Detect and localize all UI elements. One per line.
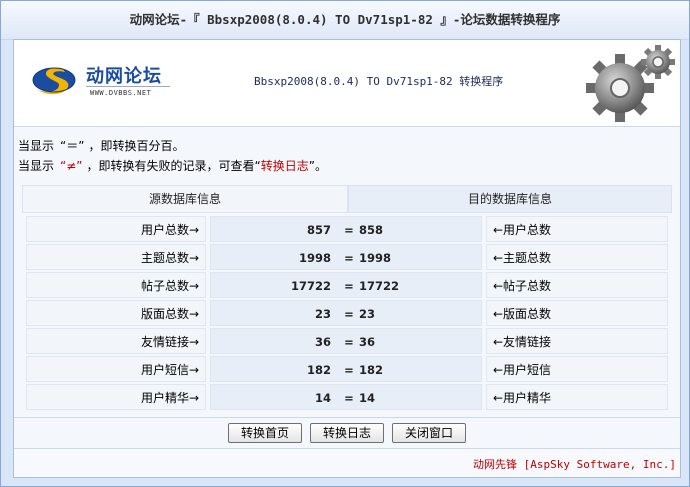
source-count: 17722 (290, 279, 331, 293)
not-equal-symbol: “≠” (60, 159, 83, 173)
source-label-text: 友情链接→ (140, 335, 199, 349)
count-cell: 182 = 182 (210, 356, 482, 382)
compare-symbol: = (344, 307, 354, 321)
source-db-header: 源数据库信息 (22, 185, 348, 213)
target-db-header: 目的数据库信息 (348, 185, 672, 213)
logo-divider (86, 86, 170, 87)
table-row: 版面总数→ 23 = 23 ←版面总数 (26, 300, 668, 326)
count-cell: 1998 = 1998 (210, 244, 482, 270)
compare-symbol: = (344, 279, 354, 293)
note-prefix: 当显示 (18, 159, 55, 173)
target-label: ←版面总数 (486, 300, 668, 326)
log-link[interactable]: 转换日志 (261, 159, 309, 173)
table-row: 用户短信→ 182 = 182 ←用户短信 (26, 356, 668, 382)
source-label: 主题总数→ (26, 244, 206, 270)
gears-icon (586, 45, 675, 122)
count-cell: 857 = 858 (210, 216, 482, 242)
button-bar: 转换首页 转换日志 关闭窗口 (14, 417, 680, 448)
main-panel: 动网论坛 WWW.DVBBS.NET Bbsxp2008(8.0.4) TO D… (13, 39, 681, 478)
target-label: ←用户精华 (486, 384, 668, 410)
count-cell: 14 = 14 (210, 384, 482, 410)
source-label-text: 版面总数→ (140, 307, 199, 321)
note-prefix: 当显示 (18, 139, 55, 153)
count-cell: 17722 = 17722 (210, 272, 482, 298)
notes: 当显示 “＝” ，即转换百分百。 当显示 “≠” ，即转换有失败的记录，可查看“转换日志… (18, 136, 327, 176)
note-not-equal: 当显示 “≠” ，即转换有失败的记录，可查看“转换日志”。 (18, 156, 327, 176)
source-label: 版面总数→ (26, 300, 206, 326)
banner: 动网论坛 WWW.DVBBS.NET Bbsxp2008(8.0.4) TO D… (14, 40, 680, 127)
program-title: Bbsxp2008(8.0.4) TO Dv71sp1-82 转换程序 (254, 75, 504, 88)
target-count: 36 (359, 335, 376, 349)
table-row: 用户总数→ 857 = 858 ←用户总数 (26, 216, 668, 242)
source-count: 1998 (298, 251, 331, 265)
count-cell: 23 = 23 (210, 300, 482, 326)
footer-credit: 动网先锋 [AspSky Software, Inc.] (473, 458, 676, 471)
compare-symbol: = (344, 391, 354, 405)
source-label-text: 用户总数→ (140, 223, 199, 237)
source-label: 友情链接→ (26, 328, 206, 354)
window-title: 动网论坛-『 Bbsxp2008(8.0.4) TO Dv71sp1-82 』-… (1, 1, 689, 40)
source-count: 14 (314, 391, 331, 405)
close-window-button[interactable]: 关闭窗口 (392, 423, 466, 443)
convert-log-button[interactable]: 转换日志 (310, 423, 384, 443)
equal-symbol: “＝” (60, 139, 85, 153)
source-label: 用户总数→ (26, 216, 206, 242)
logo-url: WWW.DVBBS.NET (90, 89, 152, 97)
source-label: 帖子总数→ (26, 272, 206, 298)
note-text: ，即转换百分百。 (88, 139, 185, 153)
target-label: ←主题总数 (486, 244, 668, 270)
target-label: ←用户总数 (486, 216, 668, 242)
source-count: 182 (306, 363, 331, 377)
convert-home-button[interactable]: 转换首页 (228, 423, 302, 443)
target-label: ←友情链接 (486, 328, 668, 354)
compare-symbol: = (344, 335, 354, 349)
target-count: 182 (359, 363, 384, 377)
source-label: 用户短信→ (26, 356, 206, 382)
compare-symbol: = (344, 363, 354, 377)
note-text-end: ”。 (308, 159, 327, 173)
compare-symbol: = (344, 251, 354, 265)
table-row: 友情链接→ 36 = 36 ←友情链接 (26, 328, 668, 354)
dvbbs-logo: 动网论坛 WWW.DVBBS.NET (32, 60, 172, 104)
count-cell: 36 = 36 (210, 328, 482, 354)
target-label: ←帖子总数 (486, 272, 668, 298)
app-window: 动网论坛-『 Bbsxp2008(8.0.4) TO Dv71sp1-82 』-… (0, 0, 690, 487)
target-count: 17722 (359, 279, 400, 293)
table-row: 主题总数→ 1998 = 1998 ←主题总数 (26, 244, 668, 270)
table-row: 帖子总数→ 17722 = 17722 ←帖子总数 (26, 272, 668, 298)
compare-symbol: = (344, 223, 354, 237)
source-label: 用户精华→ (26, 384, 206, 410)
source-count: 857 (306, 223, 331, 237)
note-equal: 当显示 “＝” ，即转换百分百。 (18, 136, 327, 156)
target-label: ←用户短信 (486, 356, 668, 382)
source-label-text: 主题总数→ (140, 251, 199, 265)
target-count: 14 (359, 391, 376, 405)
source-count: 36 (314, 335, 331, 349)
target-count: 1998 (359, 251, 392, 265)
logo-text: 动网论坛 (86, 66, 162, 87)
dvbbs-logo-icon (32, 67, 76, 95)
source-label-text: 帖子总数→ (140, 279, 199, 293)
source-label-text: 用户精华→ (140, 391, 199, 405)
target-count: 23 (359, 307, 376, 321)
note-text: ，即转换有失败的记录，可查看“ (86, 159, 261, 173)
source-label-text: 用户短信→ (140, 363, 199, 377)
table-row: 用户精华→ 14 = 14 ←用户精华 (26, 384, 668, 410)
footer: 动网先锋 [AspSky Software, Inc.] (14, 448, 680, 477)
source-count: 23 (314, 307, 331, 321)
target-count: 858 (359, 223, 384, 237)
